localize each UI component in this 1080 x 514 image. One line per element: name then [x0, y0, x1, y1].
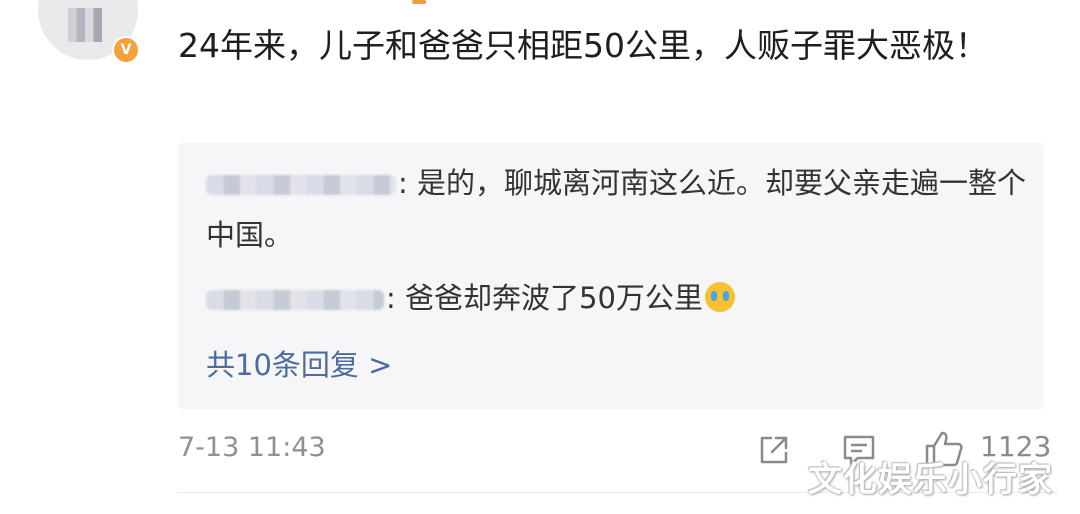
verified-badge-icon: V: [112, 36, 140, 64]
comment-timestamp: 7-13 11:43: [178, 432, 326, 463]
comment-text: 24年来，儿子和爸爸只相距50公里，人贩子罪大恶极！: [178, 26, 988, 65]
watermark-text: 文化娱乐小行家: [808, 460, 1053, 500]
reply-text: : 爸爸却奔波了50万公里: [386, 281, 703, 315]
reply-item[interactable]: : 是的，聊城离河南这么近。却要父亲走遍一整个中国。: [206, 157, 1026, 261]
crying-face-icon: [704, 282, 735, 312]
blurred-username[interactable]: [206, 175, 396, 195]
reply-item[interactable]: : 爸爸却奔波了50万公里: [206, 272, 1026, 324]
blurred-username[interactable]: [206, 290, 384, 310]
more-replies-link[interactable]: 共10条回复 >: [206, 339, 392, 391]
share-icon[interactable]: [758, 434, 790, 466]
top-accent-mark: [412, 0, 426, 4]
avatar-blurred-image: [68, 8, 102, 42]
reply-box[interactable]: : 是的，聊城离河南这么近。却要父亲走遍一整个中国。 : 爸爸却奔波了50万公里…: [178, 143, 1044, 409]
